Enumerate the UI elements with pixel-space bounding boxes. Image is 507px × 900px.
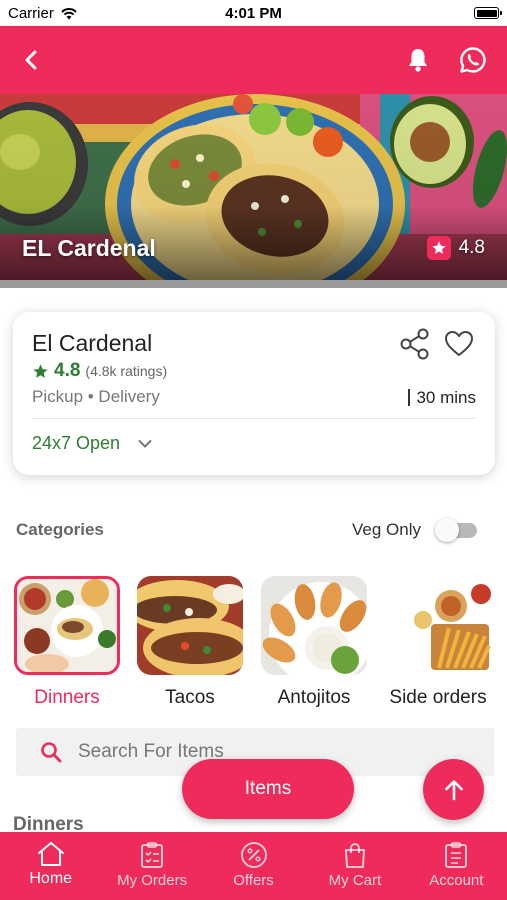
star-badge-icon	[426, 236, 451, 260]
rating-value: 4.8	[54, 360, 81, 381]
open-status: 24x7 Open	[32, 433, 121, 453]
veg-only-toggle[interactable]	[435, 518, 479, 542]
nav-account-label: Account	[429, 872, 484, 889]
chevron-down-icon	[138, 439, 152, 448]
offers-icon	[240, 842, 267, 868]
nav-offers[interactable]: Offers	[203, 832, 304, 900]
nav-offers-label: Offers	[233, 872, 274, 889]
hero-rating: 4.8	[426, 236, 485, 260]
nav-account[interactable]: Account	[406, 832, 507, 900]
bottom-navigation: Home My Orders Offers My Cart Account	[0, 832, 507, 900]
favorite-button[interactable]	[444, 328, 474, 360]
chevron-left-icon	[25, 50, 37, 70]
hero-rating-value: 4.8	[458, 237, 485, 258]
category-image-dinners	[14, 576, 120, 675]
nav-home-label: Home	[29, 870, 73, 887]
card-actions	[400, 328, 474, 360]
delivery-time: 30 mins	[408, 388, 476, 406]
category-image-tacos	[137, 576, 243, 675]
ratings-count: (4.8k ratings)	[85, 363, 168, 379]
rating-row: 4.8 (4.8k ratings)	[32, 360, 476, 382]
scroll-to-top-button[interactable]	[423, 759, 484, 820]
card-divider	[32, 418, 476, 419]
category-side-orders[interactable]: Side orders	[385, 576, 491, 708]
categories-header: Categories Veg Only	[16, 518, 479, 542]
status-bar: Carrier 4:01 PM	[0, 0, 507, 26]
home-icon	[37, 842, 64, 866]
nav-my-cart[interactable]: My Cart	[304, 832, 405, 900]
category-antojitos[interactable]: Antojitos	[261, 576, 367, 708]
battery-icon	[474, 7, 502, 19]
whatsapp-icon	[460, 47, 486, 73]
category-tacos[interactable]: Tacos	[137, 576, 243, 708]
banner-divider	[0, 280, 507, 288]
nav-my-cart-label: My Cart	[328, 872, 382, 889]
hero-restaurant-title: EL Cardenal	[22, 235, 156, 261]
notifications-button[interactable]	[407, 47, 429, 73]
service-types: Pickup • Delivery	[32, 387, 160, 406]
categories-title: Categories	[16, 520, 104, 539]
carrier-label: Carrier	[8, 4, 54, 22]
nav-home[interactable]: Home	[0, 832, 101, 900]
top-app-bar	[0, 26, 507, 94]
share-icon	[400, 328, 429, 360]
search-icon	[41, 742, 62, 763]
orders-icon	[141, 842, 164, 868]
category-image-antojitos	[261, 576, 367, 675]
wifi-icon	[61, 7, 77, 19]
category-image-side-orders	[385, 576, 491, 675]
open-hours-toggle[interactable]: 24x7 Open	[32, 433, 476, 454]
heart-icon	[445, 331, 473, 356]
toggle-knob	[435, 518, 459, 542]
whatsapp-button[interactable]	[459, 46, 487, 74]
category-carousel: Dinners Tacos Antojitos Side orders	[0, 576, 507, 716]
arrow-up-icon	[444, 779, 463, 800]
star-icon	[33, 363, 48, 378]
restaurant-banner: EL Cardenal 4.8	[0, 94, 507, 280]
nav-my-orders-label: My Orders	[117, 872, 188, 889]
back-button[interactable]	[24, 49, 38, 71]
category-label-side-orders: Side orders	[389, 687, 487, 708]
nav-my-orders[interactable]: My Orders	[101, 832, 202, 900]
account-icon	[445, 842, 468, 868]
veg-only-filter: Veg Only	[352, 518, 479, 542]
service-row: Pickup • Delivery 30 mins	[32, 387, 476, 407]
bell-icon	[409, 49, 427, 72]
category-dinners[interactable]: Dinners	[14, 576, 120, 708]
share-button[interactable]	[400, 328, 430, 360]
veg-only-label: Veg Only	[352, 520, 421, 539]
cart-icon	[345, 843, 365, 868]
items-button[interactable]: Items	[182, 759, 354, 819]
